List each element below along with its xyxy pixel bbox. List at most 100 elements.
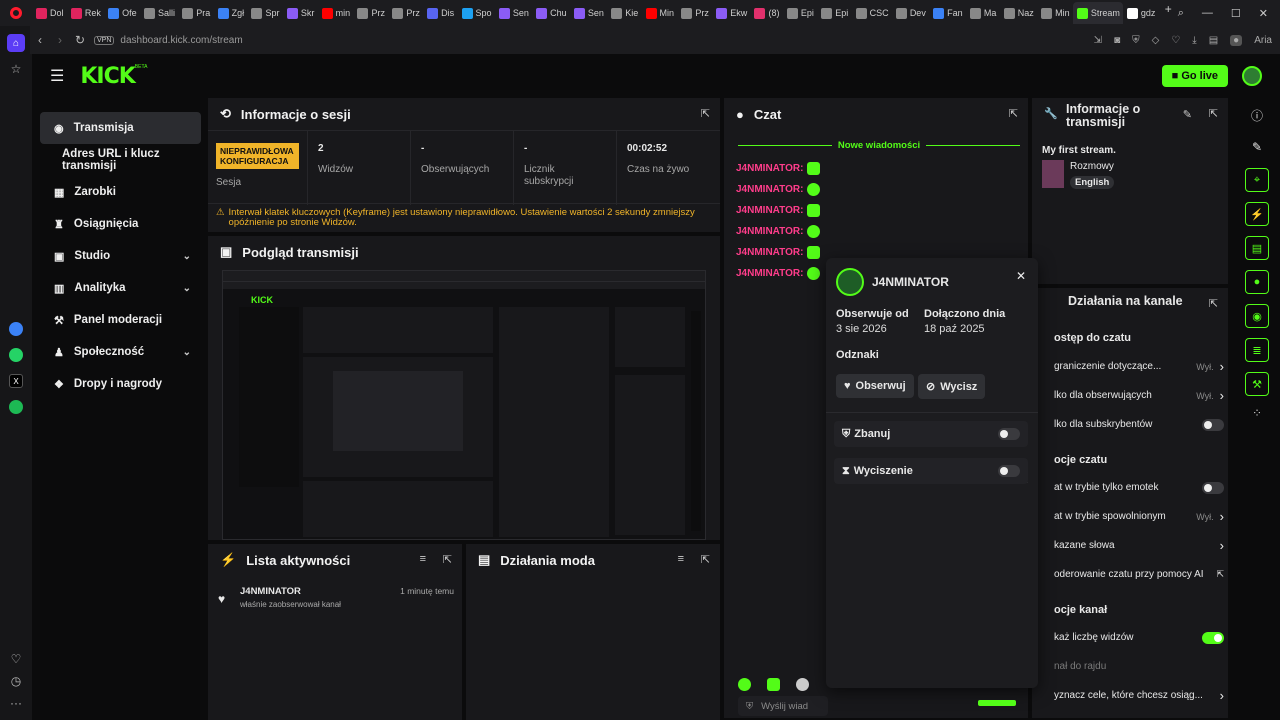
emote-icon[interactable] xyxy=(796,678,809,691)
chat-message[interactable]: J4NMINATOR: xyxy=(736,263,821,284)
bolt-icon[interactable]: ⚡ xyxy=(1245,202,1269,226)
chat-username[interactable]: J4NMINATOR: xyxy=(736,226,803,237)
wrench-icon[interactable]: ⚒ xyxy=(1245,372,1269,396)
target-icon[interactable]: ⌖ xyxy=(1245,168,1269,192)
popout-icon[interactable]: ⇱ xyxy=(1209,107,1218,120)
sidebar-item[interactable]: ▣ Studio ⌄ xyxy=(40,240,201,272)
browser-tab[interactable]: min xyxy=(318,2,354,24)
emote-icon[interactable] xyxy=(767,678,780,691)
channel-action-row[interactable]: yznacz cele, które chcesz osiąg... › xyxy=(1054,688,1224,703)
chat-username[interactable]: J4NMINATOR: xyxy=(736,268,803,279)
search-icon[interactable]: ⌕ xyxy=(1178,7,1184,20)
chat-username[interactable]: J4NMINATOR: xyxy=(736,184,803,195)
browser-tab[interactable]: Prz xyxy=(353,2,388,24)
channel-action-row[interactable]: oderowanie czatu przy pomocy AI ⇱ xyxy=(1054,569,1224,580)
toggle-switch[interactable] xyxy=(1202,631,1224,644)
browser-tab[interactable]: Chu xyxy=(532,2,570,24)
chat-message[interactable]: J4NMINATOR: xyxy=(736,200,821,221)
send-icon[interactable]: ⇲ xyxy=(1094,35,1102,46)
browser-tab[interactable]: Spr xyxy=(247,2,282,24)
popout-icon[interactable]: ⇱ xyxy=(1209,297,1218,310)
popout-icon[interactable]: ⇱ xyxy=(443,553,452,566)
download-icon[interactable]: ⤓ xyxy=(1192,35,1196,46)
browser-tab[interactable]: Dev xyxy=(892,2,929,24)
info-icon[interactable]: ⓘ xyxy=(1242,102,1272,128)
url-field[interactable]: dashboard.kick.com/stream xyxy=(120,30,1093,50)
stream-video[interactable]: KICK xyxy=(222,270,706,540)
browser-tab[interactable]: Epi xyxy=(783,2,817,24)
sidebar-item[interactable]: ♟ Społeczność ⌄ xyxy=(40,336,201,368)
channel-action-row[interactable]: kazane słowa › xyxy=(1054,538,1224,553)
avatar[interactable] xyxy=(1242,66,1262,86)
ban-row[interactable]: ⛨ Zbanuj xyxy=(834,421,1028,447)
close-window-icon[interactable]: ✕ xyxy=(1259,7,1268,20)
toggle-switch[interactable] xyxy=(1202,481,1224,494)
timeout-row[interactable]: ⧗ Wyciszenie xyxy=(834,458,1028,484)
chevron-down-icon[interactable]: ⌄ xyxy=(183,283,191,294)
back-icon[interactable]: ‹ xyxy=(30,33,50,47)
chat-icon[interactable]: ● xyxy=(1245,270,1269,294)
chevron-right-icon[interactable]: › xyxy=(1220,509,1224,524)
channel-action-row[interactable]: graniczenie dotyczące... Wył. › xyxy=(1054,359,1224,374)
browser-tab[interactable]: (8) xyxy=(750,2,782,24)
send-button[interactable] xyxy=(978,700,1016,706)
activity-user[interactable]: J4NMINATOR xyxy=(240,586,301,597)
chat-message[interactable]: J4NMINATOR: xyxy=(736,158,821,179)
toggle-switch[interactable] xyxy=(1202,418,1224,431)
apps-icon[interactable]: ⁘ xyxy=(1252,406,1262,420)
sidebar-item[interactable]: ♜ Osiągnięcia xyxy=(40,208,201,240)
chat-username[interactable]: J4NMINATOR: xyxy=(736,205,803,216)
kick-logo[interactable]: KICK xyxy=(80,64,135,89)
pencil-icon[interactable]: ✎ xyxy=(1242,134,1272,160)
star-icon[interactable]: ☆ xyxy=(0,56,32,82)
chat-username[interactable]: J4NMINATOR: xyxy=(736,163,803,174)
browser-tab[interactable]: Naz xyxy=(1000,2,1037,24)
browser-tab[interactable]: Zgł xyxy=(214,2,248,24)
filter-icon[interactable]: ≡ xyxy=(678,553,684,565)
browser-tab[interactable]: Dol xyxy=(32,2,67,24)
menu-icon[interactable]: ☰ xyxy=(50,66,64,86)
go-live-button[interactable]: ■ Go live xyxy=(1161,65,1228,87)
browser-tab[interactable]: Prz xyxy=(388,2,423,24)
browser-tab[interactable]: Ekw xyxy=(712,2,750,24)
timeout-toggle[interactable] xyxy=(998,465,1020,477)
chat-message[interactable]: J4NMINATOR: xyxy=(736,221,821,242)
mute-button[interactable]: ⊘ Wycisz xyxy=(918,374,986,399)
profile-icon[interactable]: ● xyxy=(1230,34,1243,46)
chat-input[interactable]: ⛨ Wyślij wiad xyxy=(738,696,828,716)
browser-tab[interactable]: Prz xyxy=(677,2,712,24)
browser-tab[interactable]: gdz xyxy=(1123,2,1159,24)
channel-action-row[interactable]: at w trybie spowolnionym Wył. › xyxy=(1054,509,1224,524)
browser-tab[interactable]: Dis xyxy=(423,2,457,24)
whatsapp-icon[interactable] xyxy=(0,342,32,368)
ban-toggle[interactable] xyxy=(998,428,1020,440)
category[interactable]: Rozmowy xyxy=(1070,161,1114,172)
messenger-icon[interactable] xyxy=(0,316,32,342)
browser-tab[interactable]: Spo xyxy=(458,2,495,24)
chat-message[interactable]: J4NMINATOR: xyxy=(736,242,821,263)
close-icon[interactable]: ✕ xyxy=(1016,269,1026,283)
aria-icon[interactable]: Aria xyxy=(1254,35,1272,46)
popout-icon[interactable]: ⇱ xyxy=(1009,107,1018,120)
browser-tab[interactable]: Rek xyxy=(67,2,104,24)
maximize-icon[interactable]: ☐ xyxy=(1231,7,1241,20)
popout-icon[interactable]: ⇱ xyxy=(701,553,710,566)
more-icon[interactable]: ··· xyxy=(0,690,32,716)
list-icon[interactable]: ≣ xyxy=(1245,338,1269,362)
forward-icon[interactable]: › xyxy=(50,33,70,47)
vpn-badge[interactable]: VPN xyxy=(94,35,115,45)
browser-tab[interactable]: Kie xyxy=(607,2,641,24)
browser-tab[interactable]: Stream xyxy=(1072,2,1123,24)
sidebar-item[interactable]: ❖ Dropy i nagrody xyxy=(40,368,201,400)
channel-action-row[interactable]: lko dla subskrybentów xyxy=(1054,418,1224,431)
x-icon[interactable]: X xyxy=(0,368,32,394)
channel-action-row[interactable]: lko dla obserwujących Wył. › xyxy=(1054,388,1224,403)
cube-icon[interactable]: ◇ xyxy=(1152,35,1160,46)
spotify-icon[interactable] xyxy=(0,394,32,420)
browser-tab[interactable]: Sen xyxy=(495,2,532,24)
channel-action-row[interactable]: at w trybie tylko emotek xyxy=(1054,481,1224,494)
browser-tab[interactable]: Min xyxy=(1037,2,1073,24)
browser-tab[interactable]: Ofe xyxy=(104,2,140,24)
chevron-down-icon[interactable]: ⌄ xyxy=(183,251,191,262)
sidebar-item[interactable]: ⚒ Panel moderacji xyxy=(40,304,201,336)
